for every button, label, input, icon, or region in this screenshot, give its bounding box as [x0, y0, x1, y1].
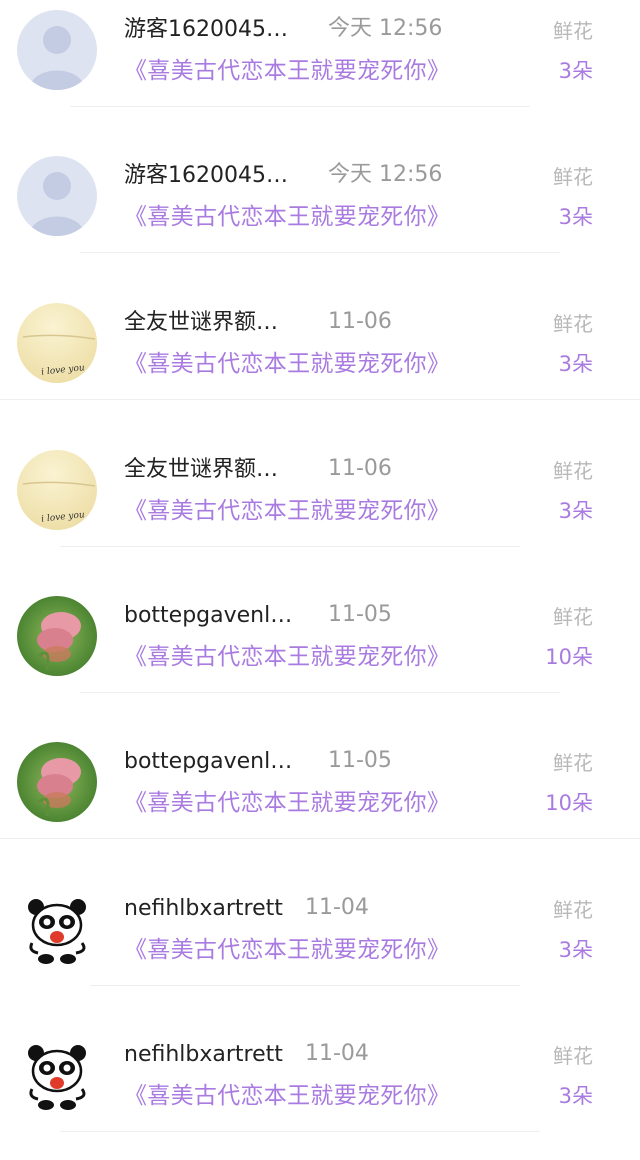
- divider: [80, 692, 560, 693]
- book-title-link[interactable]: 《喜美古代恋本王就要宠死你》: [124, 640, 450, 674]
- user-name[interactable]: nefihlbxartrett: [124, 1039, 283, 1071]
- gift-record-list: 游客1620045… 今天 12:56 《喜美古代恋本王就要宠死你》 鲜花 3朵…: [0, 0, 640, 1160]
- gift-count: 3朵: [558, 938, 593, 962]
- list-item[interactable]: nefihlbxartrett 11-04 《喜美古代恋本王就要宠死你》 鲜花 …: [0, 1025, 640, 1160]
- gift-type-label: 鲜花: [553, 312, 593, 336]
- gift-type-label: 鲜花: [553, 459, 593, 483]
- gift-type-label: 鲜花: [553, 165, 593, 189]
- divider: [0, 399, 640, 400]
- book-title-link[interactable]: 《喜美古代恋本王就要宠死你》: [124, 494, 450, 528]
- gift-time: 今天 12:56: [328, 16, 443, 41]
- book-title-link[interactable]: 《喜美古代恋本王就要宠死你》: [124, 933, 450, 967]
- list-item[interactable]: i love you 全友世谜界额… 11-06 《喜美古代恋本王就要宠死你》 …: [0, 293, 640, 439]
- default-avatar[interactable]: [17, 10, 97, 90]
- user-name[interactable]: 全友世谜界额…: [124, 307, 278, 339]
- list-item[interactable]: 游客1620045… 今天 12:56 《喜美古代恋本王就要宠死你》 鲜花 3朵: [0, 0, 640, 146]
- list-item[interactable]: nefihlbxartrett 11-04 《喜美古代恋本王就要宠死你》 鲜花 …: [0, 879, 640, 1025]
- gift-count: 3朵: [558, 352, 593, 376]
- user-name[interactable]: bottepgavenl…: [124, 600, 292, 632]
- gift-time: 11-05: [328, 748, 392, 773]
- gift-time: 11-05: [328, 602, 392, 627]
- i-love-you-avatar[interactable]: i love you: [17, 303, 97, 383]
- gift-type-label: 鲜花: [553, 751, 593, 775]
- gift-time: 11-04: [305, 1041, 369, 1066]
- default-avatar[interactable]: [17, 156, 97, 236]
- user-name[interactable]: 全友世谜界额…: [124, 454, 278, 486]
- user-name[interactable]: 游客1620045…: [124, 14, 288, 46]
- gift-type-label: 鲜花: [553, 898, 593, 922]
- divider: [0, 838, 640, 839]
- panda-avatar[interactable]: [20, 1039, 94, 1113]
- gift-time: 今天 12:56: [328, 162, 443, 187]
- divider: [90, 985, 520, 986]
- gift-count: 10朵: [545, 645, 593, 669]
- book-title-link[interactable]: 《喜美古代恋本王就要宠死你》: [124, 54, 450, 88]
- panda-avatar[interactable]: [20, 893, 94, 967]
- gift-count: 3朵: [558, 499, 593, 523]
- user-name[interactable]: bottepgavenl…: [124, 746, 292, 778]
- i-love-you-avatar[interactable]: i love you: [17, 450, 97, 530]
- gift-type-label: 鲜花: [553, 605, 593, 629]
- gift-count: 10朵: [545, 791, 593, 815]
- gift-type-label: 鲜花: [553, 19, 593, 43]
- book-title-link[interactable]: 《喜美古代恋本王就要宠死你》: [124, 1079, 450, 1113]
- list-item[interactable]: bottepgavenl… 11-05 《喜美古代恋本王就要宠死你》 鲜花 10…: [0, 586, 640, 732]
- book-title-link[interactable]: 《喜美古代恋本王就要宠死你》: [124, 347, 450, 381]
- tulip-avatar[interactable]: [17, 596, 97, 676]
- list-item[interactable]: bottepgavenl… 11-05 《喜美古代恋本王就要宠死你》 鲜花 10…: [0, 732, 640, 878]
- gift-time: 11-06: [328, 456, 392, 481]
- gift-count: 3朵: [558, 205, 593, 229]
- divider: [60, 1131, 540, 1132]
- gift-count: 3朵: [558, 1084, 593, 1108]
- list-item[interactable]: 游客1620045… 今天 12:56 《喜美古代恋本王就要宠死你》 鲜花 3朵: [0, 146, 640, 292]
- gift-time: 11-06: [328, 309, 392, 334]
- user-name[interactable]: 游客1620045…: [124, 160, 288, 192]
- gift-type-label: 鲜花: [553, 1044, 593, 1068]
- gift-count: 3朵: [558, 59, 593, 83]
- gift-time: 11-04: [305, 895, 369, 920]
- tulip-avatar[interactable]: [17, 742, 97, 822]
- list-item[interactable]: i love you 全友世谜界额… 11-06 《喜美古代恋本王就要宠死你》 …: [0, 440, 640, 586]
- book-title-link[interactable]: 《喜美古代恋本王就要宠死你》: [124, 786, 450, 820]
- book-title-link[interactable]: 《喜美古代恋本王就要宠死你》: [124, 200, 450, 234]
- user-name[interactable]: nefihlbxartrett: [124, 893, 283, 925]
- divider: [60, 546, 520, 547]
- divider: [80, 252, 560, 253]
- divider: [70, 106, 530, 107]
